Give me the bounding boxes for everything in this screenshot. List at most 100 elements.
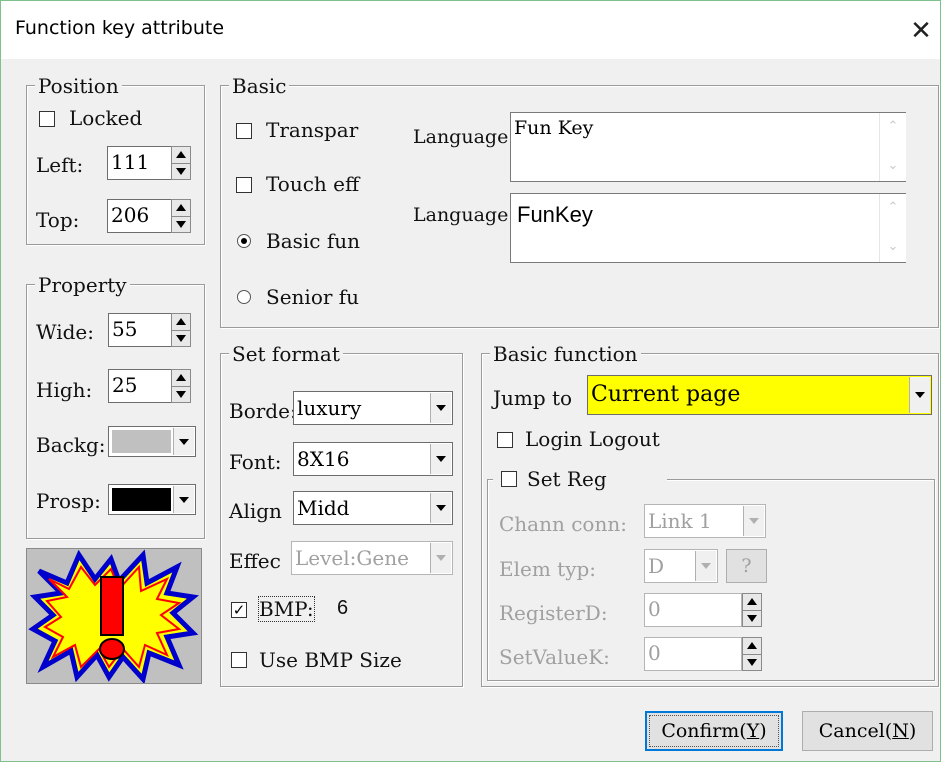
wide-spinner[interactable] — [171, 313, 191, 347]
spin-up-icon[interactable] — [176, 204, 186, 211]
high-spinner[interactable] — [171, 369, 191, 403]
setvalue-input[interactable]: 0 — [644, 637, 742, 671]
align-value: Midd — [297, 496, 350, 520]
dropdown-arrow-icon[interactable] — [430, 393, 451, 423]
font-select[interactable]: 8X16 — [293, 442, 453, 476]
left-input[interactable]: 111 — [107, 146, 173, 180]
register-input[interactable]: 0 — [644, 593, 742, 627]
setvalue-label: SetValueK: — [499, 645, 610, 669]
top-spinner[interactable] — [171, 199, 191, 233]
dropdown-arrow-icon[interactable] — [430, 444, 451, 474]
dropdown-arrow-icon[interactable] — [173, 486, 194, 513]
language1-textarea[interactable]: Fun Key ⌃ ⌄ — [510, 112, 906, 182]
cancel-text: Cancel( — [818, 720, 893, 742]
channel-value: Link 1 — [648, 509, 712, 533]
element-type-value: D — [648, 554, 665, 578]
use-bmp-size-checkbox[interactable] — [231, 652, 247, 668]
foreground-color-swatch — [112, 488, 171, 511]
dropdown-arrow-icon[interactable] — [909, 377, 930, 413]
dropdown-arrow-icon[interactable] — [173, 428, 194, 455]
element-help-button[interactable]: ? — [726, 549, 767, 583]
align-select[interactable]: Midd — [293, 491, 453, 525]
language2-text: FunKey — [517, 202, 593, 227]
foreground-color-picker[interactable] — [108, 484, 196, 515]
cancel-button[interactable]: Cancel(N) — [802, 711, 933, 751]
language2-scrollbar[interactable]: ⌃ ⌄ — [879, 194, 906, 262]
jump-to-value: Current page — [591, 382, 741, 407]
backg-label: Backg: — [36, 433, 106, 457]
login-logout-checkbox[interactable] — [497, 432, 513, 448]
jump-to-label: Jump to — [493, 386, 573, 410]
basic-function-group-title: Basic function — [490, 342, 641, 366]
background-color-picker[interactable] — [108, 426, 196, 457]
locked-checkbox[interactable] — [39, 111, 55, 127]
senior-function-radio[interactable] — [237, 290, 251, 304]
cancel-close-paren: ) — [908, 720, 917, 742]
register-label: RegisterD: — [499, 601, 608, 625]
left-spinner[interactable] — [171, 146, 191, 180]
language1-scrollbar[interactable]: ⌃ ⌄ — [879, 113, 906, 181]
scroll-up-icon[interactable]: ⌃ — [880, 200, 906, 215]
spin-down-icon[interactable] — [747, 615, 757, 622]
transparent-checkbox[interactable] — [236, 123, 252, 139]
left-label: Left: — [36, 153, 84, 177]
spin-down-icon[interactable] — [176, 335, 186, 342]
align-label: Align — [229, 499, 282, 523]
language1-text: Fun Key — [514, 117, 594, 139]
language2-textarea[interactable]: FunKey ⌃ ⌄ — [510, 193, 906, 263]
spin-down-icon[interactable] — [176, 168, 186, 175]
dropdown-arrow-icon[interactable] — [743, 506, 764, 536]
scroll-down-icon[interactable]: ⌄ — [880, 158, 906, 173]
exclamation-burst-icon — [28, 549, 200, 685]
top-input[interactable]: 206 — [107, 199, 173, 233]
high-input[interactable]: 25 — [108, 369, 173, 403]
prosp-label: Prosp: — [36, 489, 101, 513]
basic-function-label: Basic fun — [266, 229, 361, 253]
language2-label: Language — [413, 204, 509, 226]
register-spinner[interactable] — [742, 593, 762, 627]
element-type-select[interactable]: D — [644, 549, 718, 583]
bmp-checkbox[interactable]: ✓ — [231, 602, 247, 618]
border-select[interactable]: luxury — [293, 391, 453, 425]
effect-value: Level:Gene — [295, 546, 409, 570]
scroll-up-icon[interactable]: ⌃ — [880, 119, 906, 134]
transparent-label: Transpar — [266, 118, 359, 142]
dropdown-arrow-icon[interactable] — [695, 551, 716, 581]
language1-label: Language — [413, 126, 509, 148]
scroll-down-icon[interactable]: ⌄ — [880, 239, 906, 254]
dropdown-arrow-icon[interactable] — [430, 543, 451, 573]
focus-rect — [649, 715, 779, 747]
spin-up-icon[interactable] — [176, 318, 186, 325]
spin-down-icon[interactable] — [747, 659, 757, 666]
setvalue-spinner[interactable] — [742, 637, 762, 671]
property-group-title: Property — [35, 273, 130, 297]
confirm-button[interactable]: Confirm(Y) — [645, 711, 783, 751]
wide-label: Wide: — [36, 320, 94, 344]
dropdown-arrow-icon[interactable] — [430, 493, 451, 523]
spin-up-icon[interactable] — [747, 642, 757, 649]
button-preview-image — [26, 548, 202, 685]
channel-select[interactable]: Link 1 — [644, 504, 766, 538]
close-icon[interactable]: ✕ — [903, 11, 939, 51]
spin-up-icon[interactable] — [176, 374, 186, 381]
touch-effect-label: Touch eff — [266, 172, 360, 196]
spin-up-icon[interactable] — [176, 151, 186, 158]
border-label: Borde: — [229, 399, 297, 423]
use-bmp-size-label: Use BMP Size — [259, 648, 402, 672]
jump-to-select[interactable]: Current page — [587, 375, 932, 415]
set-reg-checkbox[interactable] — [501, 471, 517, 487]
top-label: Top: — [36, 208, 80, 232]
background-color-swatch — [112, 430, 171, 453]
spin-down-icon[interactable] — [176, 391, 186, 398]
spin-down-icon[interactable] — [176, 221, 186, 228]
position-group-title: Position — [35, 74, 122, 98]
basic-function-radio[interactable] — [237, 234, 251, 248]
wide-input[interactable]: 55 — [108, 313, 173, 347]
high-label: High: — [36, 378, 93, 402]
locked-label: Locked — [69, 106, 143, 130]
effect-select[interactable]: Level:Gene — [291, 541, 453, 575]
touch-effect-checkbox[interactable] — [236, 177, 252, 193]
element-type-label: Elem typ: — [499, 557, 597, 581]
basic-group-title: Basic — [229, 74, 290, 98]
spin-up-icon[interactable] — [747, 598, 757, 605]
